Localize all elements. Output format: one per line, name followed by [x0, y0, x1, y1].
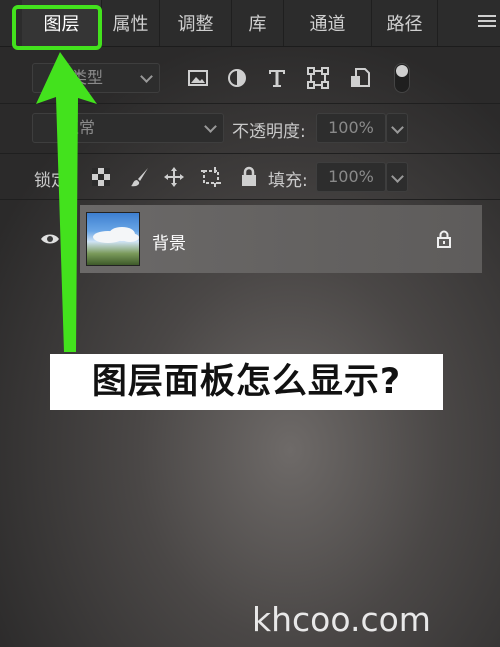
watermark-text: khcoo.com	[252, 600, 431, 639]
green-arrow-icon	[36, 52, 97, 352]
annotation-banner: 图层面板怎么显示?	[50, 354, 443, 410]
